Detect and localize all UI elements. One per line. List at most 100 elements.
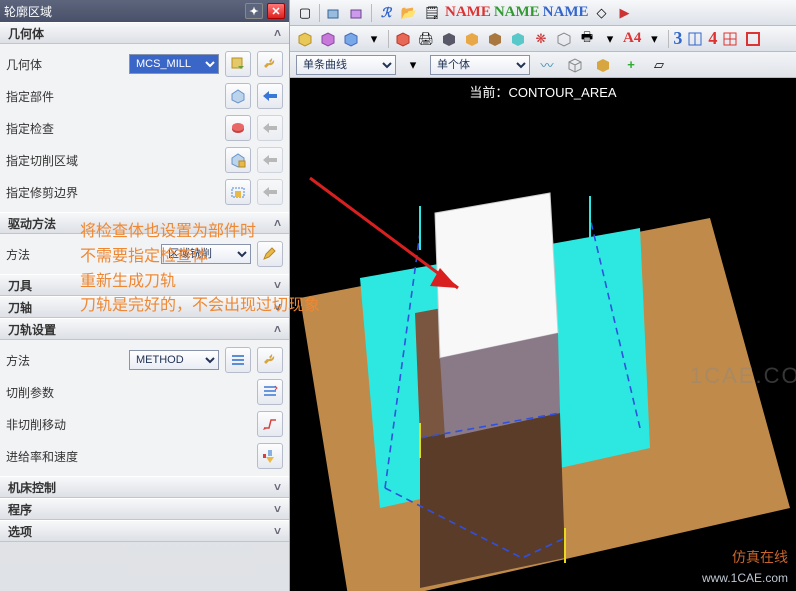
legend-4-button[interactable]: 4 xyxy=(707,28,718,49)
drive-edit-icon[interactable] xyxy=(257,241,283,267)
plus-icon[interactable]: + xyxy=(620,54,642,76)
cutarea-show-icon[interactable] xyxy=(257,147,283,173)
layout3-icon[interactable] xyxy=(684,28,706,50)
part-label: 指定部件 xyxy=(6,88,219,105)
new-geometry-icon[interactable] xyxy=(225,51,251,77)
section-options[interactable]: 选项 ˅ xyxy=(0,520,289,542)
path-method-inherit-icon[interactable] xyxy=(225,347,251,373)
noncut-label: 非切削移动 xyxy=(6,416,251,433)
section-tool-axis[interactable]: 刀轴 ˅ xyxy=(0,296,289,318)
cube-purple-icon[interactable] xyxy=(317,28,339,50)
drive-method-label: 方法 xyxy=(6,246,155,263)
section-program-label: 程序 xyxy=(8,501,32,518)
section-path[interactable]: 刀轨设置 ˄ xyxy=(0,318,289,340)
solid-cube-icon[interactable] xyxy=(592,54,614,76)
section-tool[interactable]: 刀具 ˅ xyxy=(0,274,289,296)
cube-brown-icon[interactable] xyxy=(484,28,506,50)
folder-open-icon[interactable]: 📂 xyxy=(398,2,420,24)
sheet-icon[interactable]: ▱ xyxy=(648,54,670,76)
cube-cyan-icon[interactable] xyxy=(507,28,529,50)
print-icon[interactable]: 🖨 xyxy=(415,28,437,50)
dialog-header[interactable]: 轮廓区域 ✦ ✕ xyxy=(0,0,289,22)
pin-icon[interactable]: ✦ xyxy=(245,3,263,19)
legend-3-button[interactable]: 3 xyxy=(672,28,683,49)
section-toolaxis-label: 刀轴 xyxy=(8,299,32,316)
geometry-select[interactable]: MCS_MILL xyxy=(129,54,219,74)
gear-red-icon[interactable]: ❋ xyxy=(530,28,552,50)
name-text-3[interactable]: NAME xyxy=(542,4,590,21)
dropdown3-icon[interactable]: ▾ xyxy=(643,28,665,50)
a4-button[interactable]: A4 xyxy=(622,30,642,47)
name-text-1[interactable]: NAME xyxy=(444,4,492,21)
feedrate-label: 进给率和速度 xyxy=(6,448,251,465)
geometry-body: 几何体 MCS_MILL 指定部件 指定检查 指定切削区域 xyxy=(0,44,289,212)
layout-red-icon[interactable] xyxy=(742,28,764,50)
check-select-icon[interactable] xyxy=(225,115,251,141)
layout4-icon[interactable] xyxy=(719,28,741,50)
cutparams-icon[interactable] xyxy=(257,379,283,405)
edit-icon[interactable]: 🗒 xyxy=(421,2,443,24)
script-icon[interactable]: ℛ xyxy=(375,2,397,24)
chevron-down-icon: ˅ xyxy=(274,300,281,314)
cube-red-icon[interactable] xyxy=(392,28,414,50)
section-drive[interactable]: 驱动方法 ˄ xyxy=(0,212,289,234)
watermark-br-2: www.1CAE.com xyxy=(702,571,788,585)
feedrate-icon[interactable] xyxy=(257,443,283,469)
dropdown2-icon[interactable]: ▾ xyxy=(599,28,621,50)
path-method-select[interactable]: METHOD xyxy=(129,350,219,370)
play-db-icon[interactable]: ▶ xyxy=(613,2,635,24)
part-select-icon[interactable] xyxy=(225,83,251,109)
drive-method-select[interactable]: 区域铣削 xyxy=(161,244,251,264)
section-machine-ctrl[interactable]: 机床控制 ˅ xyxy=(0,476,289,498)
chevron-down-icon: ˅ xyxy=(274,480,281,494)
trim-label: 指定修剪边界 xyxy=(6,184,219,201)
noncut-icon[interactable] xyxy=(257,411,283,437)
check-show-icon[interactable] xyxy=(257,115,283,141)
section-machine-label: 机床控制 xyxy=(8,479,56,496)
diamond-icon[interactable]: ◇ xyxy=(590,2,612,24)
geometry-label: 几何体 xyxy=(6,56,123,73)
body-filter-select[interactable]: 单个体 xyxy=(430,55,530,75)
contour-area-dialog: 轮廓区域 ✦ ✕ 几何体 ˄ 几何体 MCS_MILL 指定部件 xyxy=(0,0,290,591)
cube-yellow-icon[interactable] xyxy=(294,28,316,50)
chevron-down-icon: ˅ xyxy=(274,524,281,538)
selection-bar: 单条曲线 ▾ 单个体 〰 + ▱ xyxy=(290,52,796,78)
drive-body: 方法 区域铣削 xyxy=(0,234,289,274)
dropdown-icon[interactable]: ▾ xyxy=(363,28,385,50)
chevron-down-icon: ˅ xyxy=(274,502,281,516)
filter-dropdown-icon[interactable]: ▾ xyxy=(402,54,424,76)
viewport-operation-label: 当前：CONTOUR_AREA xyxy=(469,82,616,101)
trim-select-icon[interactable] xyxy=(225,179,251,205)
name-text-2[interactable]: NAME xyxy=(493,4,541,21)
section-tool-label: 刀具 xyxy=(8,277,32,294)
curve-filter-select[interactable]: 单条曲线 xyxy=(296,55,396,75)
section-geometry[interactable]: 几何体 ˄ xyxy=(0,22,289,44)
trim-show-icon[interactable] xyxy=(257,179,283,205)
cube-blue-icon[interactable] xyxy=(340,28,362,50)
section-path-label: 刀轨设置 xyxy=(8,321,56,338)
cube-orange-icon[interactable] xyxy=(461,28,483,50)
cube-outline-icon[interactable] xyxy=(553,28,575,50)
extract-icon[interactable] xyxy=(323,2,345,24)
secondary-toolbar: ▾ 🖨 ❋ 🖶 ▾ A4 ▾ 3 4 xyxy=(290,26,796,52)
wire-cube-icon[interactable] xyxy=(564,54,586,76)
wrench-icon[interactable] xyxy=(257,51,283,77)
main-toolbar: ▢ ℛ 📂 🗒 NAME NAME NAME ◇ ▶ xyxy=(290,0,796,26)
cutarea-select-icon[interactable] xyxy=(225,147,251,173)
graphics-viewport[interactable]: 当前：CONTOUR_AREA xyxy=(290,78,796,591)
part-show-icon[interactable] xyxy=(257,83,283,109)
chevron-up-icon: ˄ xyxy=(274,26,281,40)
extract2-icon[interactable] xyxy=(346,2,368,24)
check-label: 指定检查 xyxy=(6,120,219,137)
window-icon[interactable]: ▢ xyxy=(294,2,316,24)
chevron-up-icon: ˄ xyxy=(274,322,281,336)
section-geometry-label: 几何体 xyxy=(8,25,44,42)
cube-dark-icon[interactable] xyxy=(438,28,460,50)
print2-icon[interactable]: 🖶 xyxy=(576,28,598,50)
path-method-wrench-icon[interactable] xyxy=(257,347,283,373)
watermark-br-1: 仿真在线 xyxy=(732,547,788,567)
section-program[interactable]: 程序 ˅ xyxy=(0,498,289,520)
cutarea-label: 指定切削区域 xyxy=(6,152,219,169)
curve-icon[interactable]: 〰 xyxy=(536,54,558,76)
close-icon[interactable]: ✕ xyxy=(267,3,285,19)
